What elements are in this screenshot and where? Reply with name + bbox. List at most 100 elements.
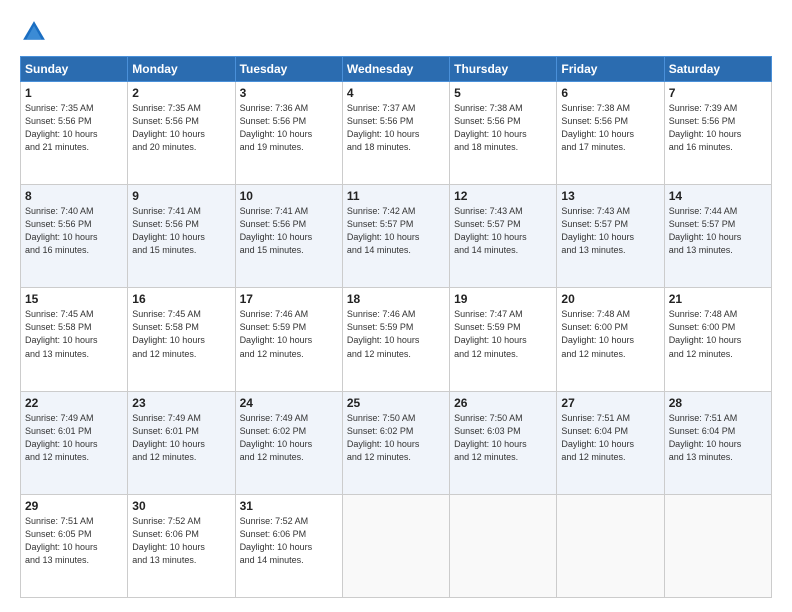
page: SundayMondayTuesdayWednesdayThursdayFrid… [0,0,792,612]
day-number: 14 [669,189,767,203]
day-number: 18 [347,292,445,306]
day-number: 26 [454,396,552,410]
day-number: 7 [669,86,767,100]
day-number: 30 [132,499,230,513]
cell-info: Sunrise: 7:37 AMSunset: 5:56 PMDaylight:… [347,102,445,154]
day-number: 3 [240,86,338,100]
calendar-cell: 23 Sunrise: 7:49 AMSunset: 6:01 PMDayligh… [128,391,235,494]
calendar-cell: 7 Sunrise: 7:39 AMSunset: 5:56 PMDaylight… [664,82,771,185]
calendar-cell: 24 Sunrise: 7:49 AMSunset: 6:02 PMDayligh… [235,391,342,494]
cell-info: Sunrise: 7:45 AMSunset: 5:58 PMDaylight:… [25,308,123,360]
calendar-cell: 27 Sunrise: 7:51 AMSunset: 6:04 PMDayligh… [557,391,664,494]
cell-info: Sunrise: 7:35 AMSunset: 5:56 PMDaylight:… [25,102,123,154]
cell-info: Sunrise: 7:52 AMSunset: 6:06 PMDaylight:… [132,515,230,567]
header [20,18,772,46]
weekday-header: Saturday [664,57,771,82]
calendar-cell: 19 Sunrise: 7:47 AMSunset: 5:59 PMDayligh… [450,288,557,391]
calendar-cell: 11Sunrise: 7:42 AMSunset: 5:57 PMDayligh… [342,185,449,288]
cell-info: Sunrise: 7:36 AMSunset: 5:56 PMDaylight:… [240,102,338,154]
cell-info: Sunrise: 7:38 AMSunset: 5:56 PMDaylight:… [454,102,552,154]
calendar-cell: 14 Sunrise: 7:44 AMSunset: 5:57 PMDayligh… [664,185,771,288]
day-number: 9 [132,189,230,203]
cell-info: Sunrise: 7:35 AMSunset: 5:56 PMDaylight:… [132,102,230,154]
cell-info: Sunrise: 7:41 AMSunset: 5:56 PMDaylight:… [132,205,230,257]
weekday-header: Wednesday [342,57,449,82]
day-number: 29 [25,499,123,513]
calendar-cell: 30 Sunrise: 7:52 AMSunset: 6:06 PMDayligh… [128,494,235,597]
day-number: 12 [454,189,552,203]
weekday-header: Thursday [450,57,557,82]
cell-info: Sunrise: 7:41 AMSunset: 5:56 PMDaylight:… [240,205,338,257]
cell-info: Sunrise: 7:50 AMSunset: 6:02 PMDaylight:… [347,412,445,464]
day-number: 28 [669,396,767,410]
calendar-cell: 21Sunrise: 7:48 AMSunset: 6:00 PMDayligh… [664,288,771,391]
calendar-cell [664,494,771,597]
calendar-cell: 28 Sunrise: 7:51 AMSunset: 6:04 PMDayligh… [664,391,771,494]
day-number: 1 [25,86,123,100]
calendar-cell: 29 Sunrise: 7:51 AMSunset: 6:05 PMDayligh… [21,494,128,597]
day-number: 4 [347,86,445,100]
calendar-cell [342,494,449,597]
cell-info: Sunrise: 7:51 AMSunset: 6:04 PMDaylight:… [561,412,659,464]
day-number: 6 [561,86,659,100]
cell-info: Sunrise: 7:49 AMSunset: 6:02 PMDaylight:… [240,412,338,464]
day-number: 11 [347,189,445,203]
calendar-cell: 12 Sunrise: 7:43 AMSunset: 5:57 PMDayligh… [450,185,557,288]
calendar-cell: 5Sunrise: 7:38 AMSunset: 5:56 PMDaylight… [450,82,557,185]
day-number: 8 [25,189,123,203]
cell-info: Sunrise: 7:39 AMSunset: 5:56 PMDaylight:… [669,102,767,154]
day-number: 27 [561,396,659,410]
calendar-cell: 25 Sunrise: 7:50 AMSunset: 6:02 PMDayligh… [342,391,449,494]
cell-info: Sunrise: 7:45 AMSunset: 5:58 PMDaylight:… [132,308,230,360]
cell-info: Sunrise: 7:44 AMSunset: 5:57 PMDaylight:… [669,205,767,257]
calendar-cell: 4 Sunrise: 7:37 AMSunset: 5:56 PMDaylight… [342,82,449,185]
calendar-cell: 26 Sunrise: 7:50 AMSunset: 6:03 PMDayligh… [450,391,557,494]
calendar-cell: 22 Sunrise: 7:49 AMSunset: 6:01 PMDayligh… [21,391,128,494]
day-number: 22 [25,396,123,410]
cell-info: Sunrise: 7:51 AMSunset: 6:05 PMDaylight:… [25,515,123,567]
cell-info: Sunrise: 7:49 AMSunset: 6:01 PMDaylight:… [132,412,230,464]
day-number: 24 [240,396,338,410]
calendar-cell: 2 Sunrise: 7:35 AMSunset: 5:56 PMDaylight… [128,82,235,185]
day-number: 31 [240,499,338,513]
day-number: 25 [347,396,445,410]
calendar-cell: 1 Sunrise: 7:35 AMSunset: 5:56 PMDaylight… [21,82,128,185]
day-number: 16 [132,292,230,306]
calendar-cell: 9 Sunrise: 7:41 AMSunset: 5:56 PMDaylight… [128,185,235,288]
calendar-cell: 15Sunrise: 7:45 AMSunset: 5:58 PMDayligh… [21,288,128,391]
cell-info: Sunrise: 7:51 AMSunset: 6:04 PMDaylight:… [669,412,767,464]
calendar: SundayMondayTuesdayWednesdayThursdayFrid… [20,56,772,598]
day-number: 17 [240,292,338,306]
cell-info: Sunrise: 7:40 AMSunset: 5:56 PMDaylight:… [25,205,123,257]
weekday-header: Monday [128,57,235,82]
calendar-cell: 18 Sunrise: 7:46 AMSunset: 5:59 PMDayligh… [342,288,449,391]
cell-info: Sunrise: 7:43 AMSunset: 5:57 PMDaylight:… [454,205,552,257]
calendar-cell: 31 Sunrise: 7:52 AMSunset: 6:06 PMDayligh… [235,494,342,597]
day-number: 19 [454,292,552,306]
logo-icon [20,18,48,46]
cell-info: Sunrise: 7:47 AMSunset: 5:59 PMDaylight:… [454,308,552,360]
day-number: 20 [561,292,659,306]
calendar-cell [557,494,664,597]
calendar-cell: 13 Sunrise: 7:43 AMSunset: 5:57 PMDayligh… [557,185,664,288]
cell-info: Sunrise: 7:38 AMSunset: 5:56 PMDaylight:… [561,102,659,154]
calendar-cell [450,494,557,597]
calendar-cell: 10 Sunrise: 7:41 AMSunset: 5:56 PMDayligh… [235,185,342,288]
calendar-cell: 8 Sunrise: 7:40 AMSunset: 5:56 PMDaylight… [21,185,128,288]
cell-info: Sunrise: 7:49 AMSunset: 6:01 PMDaylight:… [25,412,123,464]
cell-info: Sunrise: 7:52 AMSunset: 6:06 PMDaylight:… [240,515,338,567]
cell-info: Sunrise: 7:46 AMSunset: 5:59 PMDaylight:… [347,308,445,360]
day-number: 13 [561,189,659,203]
day-number: 23 [132,396,230,410]
day-number: 2 [132,86,230,100]
weekday-header: Friday [557,57,664,82]
cell-info: Sunrise: 7:43 AMSunset: 5:57 PMDaylight:… [561,205,659,257]
weekday-header: Sunday [21,57,128,82]
cell-info: Sunrise: 7:50 AMSunset: 6:03 PMDaylight:… [454,412,552,464]
weekday-header: Tuesday [235,57,342,82]
cell-info: Sunrise: 7:48 AMSunset: 6:00 PMDaylight:… [669,308,767,360]
calendar-cell: 17Sunrise: 7:46 AMSunset: 5:59 PMDayligh… [235,288,342,391]
logo [20,18,54,46]
day-number: 10 [240,189,338,203]
calendar-cell: 16 Sunrise: 7:45 AMSunset: 5:58 PMDayligh… [128,288,235,391]
